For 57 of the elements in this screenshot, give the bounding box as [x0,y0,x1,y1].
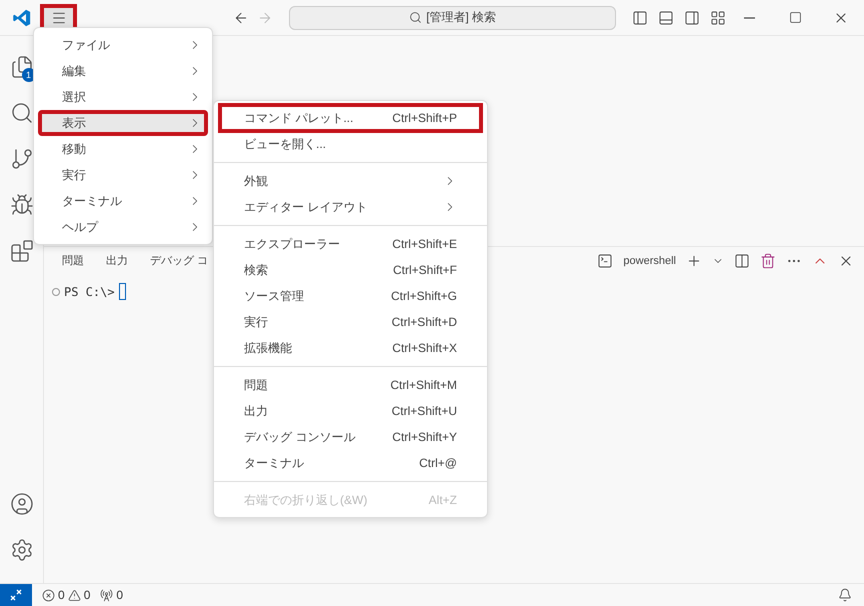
search-field[interactable]: [管理者] 検索 [289,6,616,30]
panel-tab[interactable]: 問題 [62,249,84,273]
menu-item[interactable]: ビューを開く... [220,131,481,157]
search-icon [10,101,34,125]
menu-item[interactable]: 問題 Ctrl+Shift+M [220,372,481,398]
minimize-icon [744,16,754,18]
menu-item[interactable]: 移動 [38,136,208,162]
menu-item[interactable]: ソース管理 Ctrl+Shift+G [220,283,481,309]
files-icon [10,55,34,79]
menu-item[interactable]: ターミナル [38,188,208,214]
remote-icon [9,588,23,602]
split-icon[interactable] [734,253,750,269]
branch-icon [10,147,34,171]
menu-item[interactable]: 拡張機能 Ctrl+Shift+X [220,335,481,361]
trash-icon[interactable] [760,253,776,269]
blocks-icon [10,239,34,263]
antenna-icon [100,588,114,602]
panel-tab[interactable]: デバッグ コ [150,249,208,273]
user-icon [10,492,34,516]
menu-item[interactable]: ターミナル Ctrl+@ [220,450,481,476]
layout-icon[interactable] [710,10,726,26]
menu-item[interactable]: エディター レイアウト [220,194,481,220]
menu-item[interactable]: 編集 [38,58,208,84]
menu-item[interactable]: 検索 Ctrl+Shift+F [220,257,481,283]
menu-item[interactable]: デバッグ コンソール Ctrl+Shift+Y [220,424,481,450]
menu-item[interactable]: ファイル [38,32,208,58]
menu-item[interactable]: コマンド パレット... Ctrl+Shift+P [220,105,481,131]
status-dot [52,288,60,296]
panel-tab[interactable]: 出力 [106,249,128,273]
menu-item[interactable]: 実行 Ctrl+Shift+D [220,309,481,335]
warning-icon [68,588,81,602]
menu-item[interactable]: 選択 [38,84,208,110]
menu-item[interactable]: 表示 [38,110,208,136]
ports-count[interactable]: 0 [116,588,124,602]
bug-icon [10,193,34,217]
panel-toggle-icon[interactable] [658,10,674,26]
cursor [118,283,126,300]
error-count[interactable]: 0 [58,588,65,602]
prompt-text: PS C:\> [64,284,115,298]
new-terminal-icon[interactable] [686,253,702,269]
remote-button[interactable] [0,584,32,606]
menu-item[interactable]: ヘルプ [38,214,208,240]
menu-item[interactable]: 実行 [38,162,208,188]
terminal-name[interactable]: powershell [623,255,676,267]
menu-item[interactable]: エクスプローラー Ctrl+Shift+E [220,231,481,257]
gear-icon [10,538,34,562]
menu-item[interactable]: 外観 [220,168,481,194]
bell-icon[interactable] [838,588,852,602]
sidebar-toggle-icon[interactable] [632,10,648,26]
secondary-sidebar-icon[interactable] [684,10,700,26]
error-icon [42,588,55,602]
search-icon [409,11,422,24]
menu-item[interactable]: 出力 Ctrl+Shift+U [220,398,481,424]
maximize-icon [788,11,802,24]
logo-icon [12,8,32,28]
warning-count[interactable]: 0 [84,588,90,602]
terminal-icon [597,253,614,269]
